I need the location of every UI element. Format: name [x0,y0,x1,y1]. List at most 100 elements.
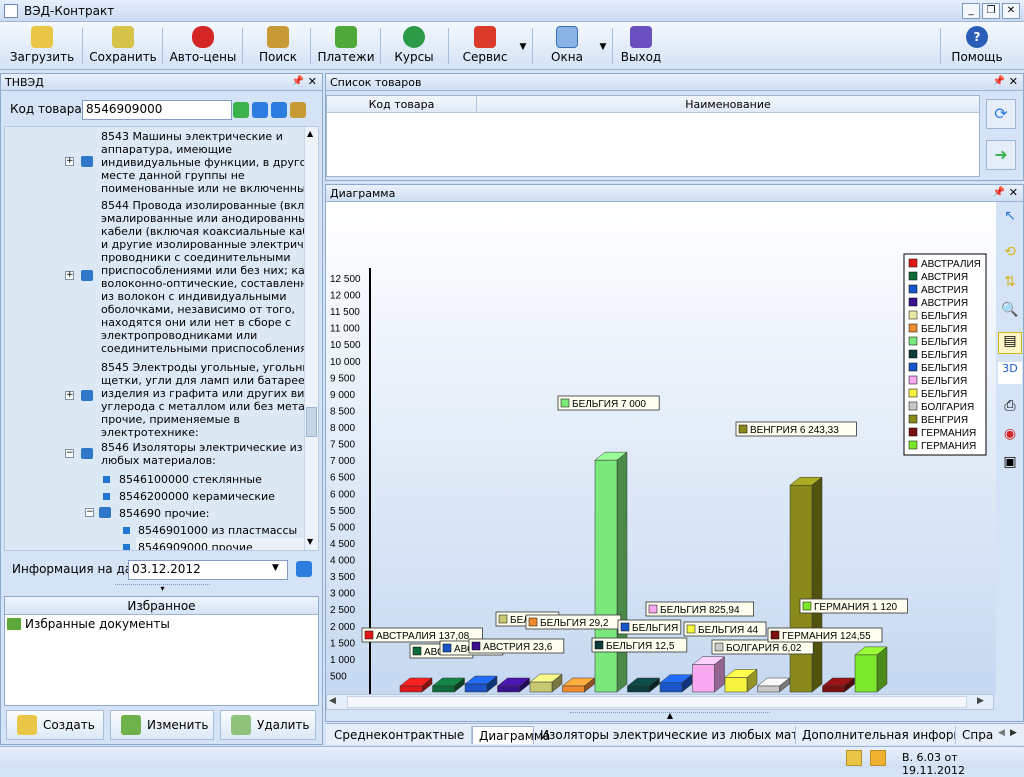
binoculars-search-icon[interactable] [290,102,306,118]
service-dropdown-icon[interactable]: ▼ [518,24,528,68]
create-folder-icon [17,715,37,735]
chart-hscrollbar[interactable]: ◀ ▶ [326,694,994,710]
legend-label: ГЕРМАНИЯ [921,441,976,452]
hscroll-thumb[interactable] [347,696,967,708]
legend-label: БЕЛЬГИЯ [921,324,967,335]
exit-button[interactable]: Выход [618,24,664,68]
close-panel-icon[interactable]: ✕ [1009,75,1018,88]
legend-swatch [908,414,918,424]
arrow-up-icon[interactable] [252,102,268,118]
save-folder-icon [112,26,134,48]
windows-dropdown-icon[interactable]: ▼ [598,24,608,68]
apply-date-icon[interactable] [296,561,312,577]
data-label-swatch [364,630,374,640]
load-button[interactable]: Загрузить [8,24,76,68]
create-button[interactable]: Создать [6,710,104,740]
date-select[interactable]: 03.12.2012 [128,560,288,580]
tab-additional-info[interactable]: Дополнительная информация [796,726,956,744]
tree-scrollbar[interactable]: ▲ ▼ [304,127,318,550]
goods-table: Код товара Наименование [326,95,980,177]
tree-node-8545[interactable]: 8545 Электроды угольные, угольные щетки,… [101,361,318,439]
rotate-icon[interactable]: ⟲ [998,244,1022,266]
hscroll-right-icon[interactable]: ▶ [977,696,991,708]
chart-copy-icon[interactable]: ▤ [998,332,1022,354]
diagram-splitter[interactable]: ▲ [570,712,770,720]
maximize-button[interactable]: ❐ [982,3,1000,19]
tab-reference[interactable]: Спра [956,726,996,744]
pin-icon[interactable]: 📌 [993,187,1005,198]
collapse-icon[interactable]: − [85,508,94,517]
tab-diagram[interactable]: Диаграмма [472,726,550,744]
delete-button[interactable]: Удалить [220,710,316,740]
tabs-scroll-right-icon[interactable]: ▶ [1010,728,1017,738]
expand-icon[interactable]: + [65,391,74,400]
help-button[interactable]: ? Помощь [948,24,1006,68]
save-button[interactable]: Сохранить [88,24,158,68]
expand-icon[interactable]: + [65,271,74,280]
minimize-button[interactable]: _ [962,3,980,19]
tree-leaf-8546901000[interactable]: 8546901000 из пластмассы [138,524,297,537]
tree-leaf-8546200000[interactable]: 8546200000 керамические [119,490,275,503]
splitter-handle[interactable]: ▾ [115,584,210,593]
data-label: БЕЛЬГИЯ 12,5 [606,641,675,652]
bar [497,685,520,693]
y-tick-label: 3 000 [330,589,355,600]
legend-swatch [908,323,918,333]
arrow-down-icon[interactable] [271,102,287,118]
save-disk-icon[interactable]: ▣ [998,454,1022,476]
tree-leaf-8546100000[interactable]: 8546100000 стеклянные [119,473,262,486]
close-panel-icon[interactable]: ✕ [308,75,317,88]
col-name[interactable]: Наименование [477,96,979,113]
col-code[interactable]: Код товара [327,96,477,113]
autoprices-button[interactable]: Авто-цены [168,24,238,68]
pointer-icon[interactable]: ↖ [998,208,1022,230]
close-panel-icon[interactable]: ✕ [1009,186,1018,199]
pin-icon[interactable]: 📌 [993,76,1005,87]
print-icon[interactable]: ⎙ [998,398,1022,420]
windows-button[interactable]: Окна [538,24,596,68]
hscroll-left-icon[interactable]: ◀ [329,696,343,708]
favorites-item[interactable]: Избранные документы [25,618,170,631]
tnved-tree: + 8543 Машины электрические и аппаратура… [4,126,319,551]
windows-label: Окна [551,50,583,64]
palette-icon[interactable]: ◉ [998,426,1022,448]
data-label: БЕЛЬГИЯ 825,94 [660,605,740,616]
data-label-swatch [594,640,604,650]
collapse-icon[interactable]: − [65,449,74,458]
tree-node-8544[interactable]: 8544 Провода изолированные (включая эмал… [101,199,307,355]
payments-button[interactable]: Платежи [316,24,376,68]
favorites-header: Избранное [5,597,318,615]
export-icon[interactable]: ➜ [986,140,1016,170]
scroll-down-icon[interactable]: ▼ [307,537,313,546]
code-input[interactable]: 8546909000 [82,100,232,120]
tab-insulators[interactable]: Изоляторы электрические из любых материа… [534,726,796,744]
expand-icon[interactable]: + [65,157,74,166]
service-button[interactable]: Сервис [454,24,516,68]
scroll-thumb[interactable] [306,407,317,437]
tree-leaf-8546909000-selected[interactable]: 8546909000 прочие [136,538,306,550]
close-button[interactable]: ✕ [1002,3,1020,19]
coins-icon [403,26,425,48]
refresh-icon[interactable]: ⟳ [986,99,1016,129]
tabs-scroll-left-icon[interactable]: ◀ [998,728,1005,738]
edit-button[interactable]: Изменить [110,710,214,740]
zoom-icon[interactable]: 🔍 [998,302,1022,324]
rates-button[interactable]: Курсы [386,24,442,68]
data-label-swatch [802,601,812,611]
date-dropdown-icon[interactable]: ▼ [272,563,279,573]
status-icon-2[interactable] [870,750,886,766]
search-button[interactable]: Поиск [250,24,306,68]
add-icon[interactable] [233,102,249,118]
load-label: Загрузить [9,50,75,64]
status-icon-1[interactable] [846,750,862,766]
pin-icon[interactable]: 📌 [292,76,304,87]
tree-node-8543[interactable]: 8543 Машины электрические и аппаратура, … [101,130,316,195]
tree-node-8546[interactable]: 8546 Изоляторы электрические из любых ма… [101,441,311,467]
windows-icon [556,26,578,48]
scroll-up-icon[interactable]: ▲ [307,129,313,138]
move-axis-icon[interactable]: ⇅ [998,274,1022,296]
mode-3d-button[interactable]: 3D [998,362,1022,384]
data-label-swatch [620,622,630,632]
tree-node-854690[interactable]: 854690 прочие: [119,507,210,520]
tab-avg-prices[interactable]: Среднеконтрактные цены [328,726,472,756]
